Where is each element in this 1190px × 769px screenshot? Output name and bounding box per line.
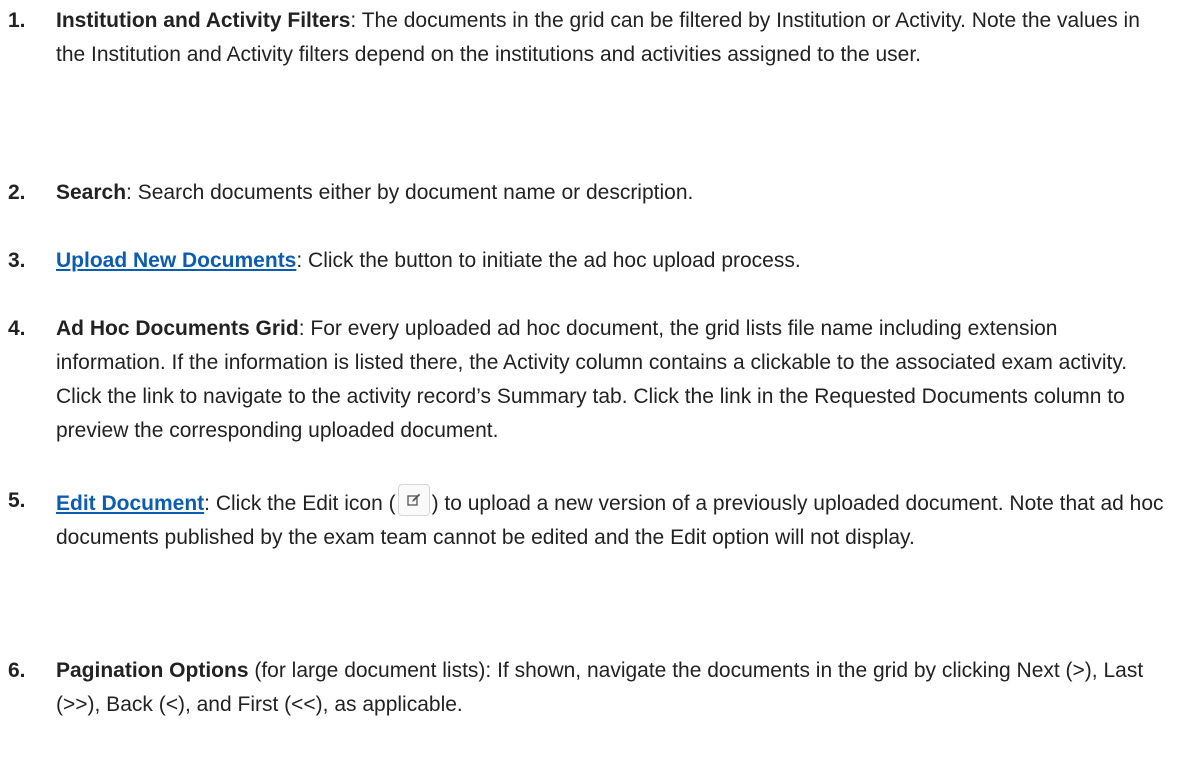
- item-body: Pagination Options (for large document l…: [56, 654, 1170, 722]
- item-body: Upload New Documents: Click the button t…: [56, 244, 1170, 278]
- item-body: Edit Document: Click the Edit icon () to…: [56, 484, 1170, 555]
- list-item-search: 2. Search: Search documents either by do…: [0, 176, 1170, 210]
- document: 1. Institution and Activity Filters: The…: [0, 0, 1190, 769]
- item-text: : Click the Edit icon (: [204, 492, 396, 515]
- item-text: : Click the button to initiate the ad ho…: [296, 249, 801, 272]
- edit-pencil-icon: [397, 484, 430, 516]
- item-number: 2.: [8, 181, 26, 204]
- edit-document-link[interactable]: Edit Document: [56, 492, 204, 515]
- item-number: 1.: [8, 9, 26, 32]
- list-item-upload: 3. Upload New Documents: Click the butto…: [0, 244, 1170, 278]
- item-body: Search: Search documents either by docum…: [56, 176, 1170, 210]
- item-title: Ad Hoc Documents Grid: [56, 317, 299, 340]
- item-number: 6.: [8, 659, 26, 682]
- item-number: 5.: [8, 489, 26, 512]
- list-item-grid: 4. Ad Hoc Documents Grid: For every uplo…: [0, 312, 1170, 448]
- item-number: 4.: [8, 317, 26, 340]
- item-title: Institution and Activity Filters: [56, 9, 351, 32]
- item-number: 3.: [8, 249, 26, 272]
- item-text: : Search documents either by document na…: [126, 181, 694, 204]
- item-body: Institution and Activity Filters: The do…: [56, 4, 1170, 72]
- upload-new-documents-link[interactable]: Upload New Documents: [56, 249, 296, 272]
- list-item-edit: 5. Edit Document: Click the Edit icon ()…: [0, 484, 1170, 555]
- item-title: Search: [56, 181, 127, 204]
- list-item-pagination: 6. Pagination Options (for large documen…: [0, 654, 1170, 722]
- list-item-filters: 1. Institution and Activity Filters: The…: [0, 4, 1170, 72]
- item-body: Ad Hoc Documents Grid: For every uploade…: [56, 312, 1170, 448]
- item-title: Pagination Options: [56, 659, 249, 682]
